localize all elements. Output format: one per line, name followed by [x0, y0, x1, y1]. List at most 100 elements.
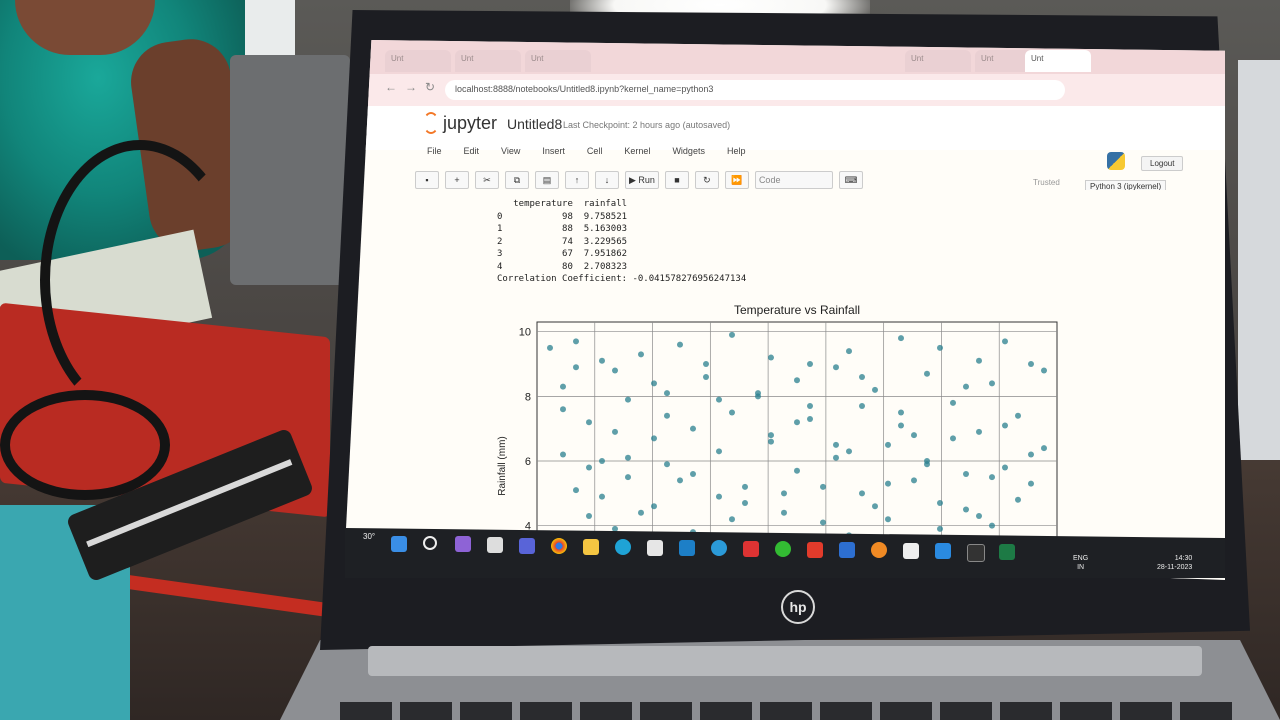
restart-icon[interactable]: ↻ [694, 171, 719, 189]
menu-widgets[interactable]: Widgets [672, 146, 705, 156]
scatter-point [599, 493, 605, 500]
jupyter-logo-icon [423, 112, 439, 134]
app-icon[interactable] [679, 540, 695, 556]
scatter-point [599, 357, 605, 364]
scatter-point [651, 435, 657, 442]
scatter-point [638, 509, 644, 516]
browser-tab[interactable]: Unt [385, 50, 451, 72]
menu-file[interactable]: File [427, 146, 442, 156]
scatter-point [1028, 451, 1034, 458]
y-tick-label: 8 [525, 391, 531, 403]
store-icon[interactable] [647, 540, 663, 556]
system-clock[interactable]: 14:30 28-11-2023 [1157, 554, 1192, 572]
clock-date: 28-11-2023 [1157, 564, 1193, 571]
scatter-point [924, 461, 930, 468]
scatter-point [677, 341, 683, 348]
weather-widget[interactable]: 30° [363, 532, 375, 541]
python-logo-icon [1107, 152, 1125, 170]
app-icon-2[interactable] [711, 540, 727, 556]
app-icon-5[interactable] [839, 542, 855, 558]
excel-icon[interactable] [999, 544, 1015, 560]
scatter-point [872, 503, 878, 510]
chrome-icon[interactable] [551, 538, 567, 554]
scatter-point [716, 493, 722, 500]
scatter-point [911, 432, 917, 439]
menu-help[interactable]: Help [727, 146, 746, 156]
keyboard-icon[interactable]: ⌨ [838, 171, 863, 189]
back-icon[interactable]: ← [385, 80, 397, 94]
restart-run-all-icon[interactable]: ⏩ [724, 171, 749, 189]
menu-view[interactable]: View [501, 146, 520, 156]
forward-icon[interactable]: → [405, 80, 417, 94]
blender-icon[interactable] [871, 542, 887, 558]
vscode-icon[interactable] [935, 543, 951, 559]
black-cable-coil [0, 390, 170, 500]
scatter-point [690, 425, 696, 432]
menu-edit[interactable]: Edit [464, 146, 480, 156]
stop-icon[interactable]: ■ [664, 171, 689, 189]
app-icon-4[interactable] [807, 542, 823, 558]
scatter-point [820, 519, 826, 526]
language-indicator[interactable]: ENG IN [1073, 554, 1088, 572]
jupyter-logo[interactable]: jupyter [423, 112, 497, 134]
scatter-point [937, 500, 943, 507]
move-up-icon[interactable]: ↑ [565, 171, 589, 189]
notebook-title[interactable]: Untitled8 [507, 116, 562, 132]
scatter-point [833, 364, 839, 371]
reload-icon[interactable]: ↻ [425, 80, 435, 94]
browser-tab[interactable]: Unt [455, 50, 521, 72]
scatter-chart-svg: Temperature vs Rainfall Rainfall (mm) 10… [497, 303, 1058, 559]
address-bar[interactable]: localhost:8888/notebooks/Untitled8.ipynb… [445, 80, 1065, 100]
terminal-icon[interactable] [967, 544, 985, 562]
scatter-point [937, 344, 943, 351]
widgets-icon[interactable] [455, 536, 471, 552]
scatter-point [625, 474, 631, 481]
start-icon[interactable] [391, 536, 407, 552]
edge-icon[interactable] [615, 539, 631, 555]
task-view-icon[interactable] [487, 537, 503, 553]
app-icon-3[interactable] [775, 541, 791, 557]
browser-tab-active[interactable]: Unt [1025, 50, 1091, 72]
cut-icon[interactable]: ✂ [475, 171, 499, 189]
document-icon[interactable] [903, 543, 919, 559]
save-icon[interactable]: ▪ [415, 171, 439, 189]
scatter-point [1041, 445, 1047, 452]
scatter-point [573, 487, 579, 494]
browser-tab[interactable]: Unt [905, 50, 971, 72]
cell-type-select[interactable]: Code [754, 171, 833, 189]
menu-insert[interactable]: Insert [542, 146, 565, 156]
background-person-right [1238, 60, 1280, 460]
scatter-point [768, 354, 774, 361]
logout-button[interactable]: Logout [1141, 156, 1184, 171]
scatter-point [989, 522, 995, 529]
teams-icon[interactable] [519, 538, 535, 554]
scatter-point [729, 331, 735, 338]
scatter-point [651, 380, 657, 387]
scatter-point [625, 454, 631, 461]
search-icon[interactable] [423, 536, 437, 550]
move-down-icon[interactable]: ↓ [595, 171, 619, 189]
scatter-point [768, 432, 774, 439]
menu-kernel[interactable]: Kernel [624, 146, 650, 156]
mcafee-icon[interactable] [743, 541, 759, 557]
scatter-point [547, 344, 553, 351]
scatter-point [1015, 496, 1021, 503]
scatter-point [703, 373, 709, 380]
scatter-point [898, 409, 904, 416]
copy-icon[interactable]: ⧉ [505, 171, 529, 189]
trusted-badge[interactable]: Trusted [1033, 178, 1060, 187]
file-explorer-icon[interactable] [583, 539, 599, 555]
paste-icon[interactable]: ▤ [535, 171, 559, 189]
add-cell-icon[interactable]: + [445, 171, 469, 189]
browser-tab[interactable]: Unt [525, 50, 591, 72]
checkpoint-status: Last Checkpoint: 2 hours ago (autosaved) [563, 120, 731, 130]
scatter-point [1002, 422, 1008, 429]
scatter-point [612, 367, 618, 374]
scatter-point [560, 383, 566, 390]
y-axis-label: Rainfall (mm) [497, 436, 508, 495]
scatter-point [781, 490, 787, 497]
scatter-point [859, 490, 865, 497]
menu-cell[interactable]: Cell [587, 146, 603, 156]
scatter-point [859, 373, 865, 380]
run-button[interactable]: ▶ Run [625, 171, 659, 189]
